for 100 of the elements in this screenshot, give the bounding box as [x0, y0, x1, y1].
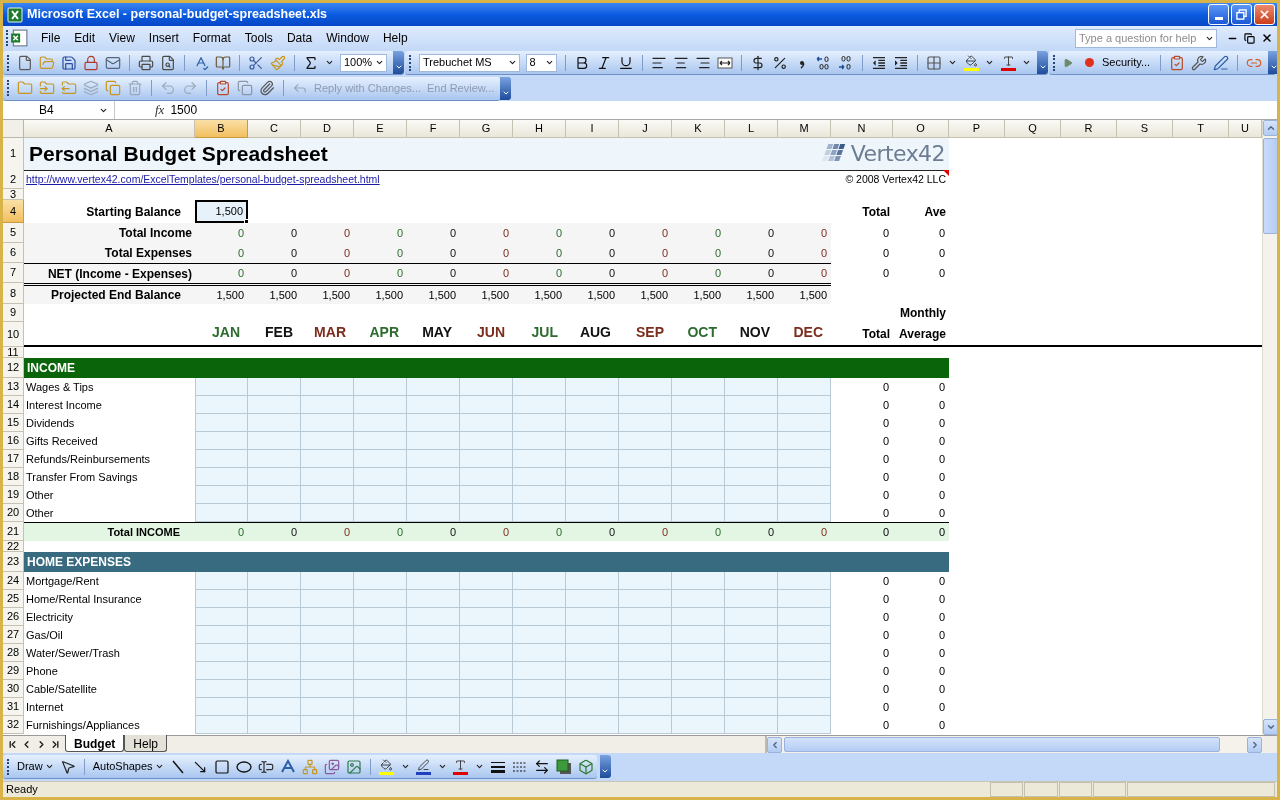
print-preview-icon[interactable]: [160, 54, 176, 71]
row-header[interactable]: 21: [3, 522, 24, 541]
column-header[interactable]: H: [513, 120, 566, 138]
input-cell[interactable]: [195, 626, 248, 644]
row-header[interactable]: 4: [3, 200, 24, 223]
sheet-tab[interactable]: Budget: [65, 735, 125, 752]
input-cell[interactable]: [778, 626, 831, 644]
scrollbar-thumb[interactable]: [784, 737, 1220, 752]
close-button[interactable]: [1254, 4, 1275, 25]
play-icon[interactable]: [1063, 57, 1073, 68]
input-cell[interactable]: [248, 378, 301, 396]
input-cell[interactable]: [460, 396, 513, 414]
row-header[interactable]: 28: [3, 644, 24, 662]
font-color-icon[interactable]: [452, 758, 469, 775]
row-header[interactable]: 9: [3, 304, 24, 322]
input-cell[interactable]: [407, 432, 460, 450]
active-cell[interactable]: 1,500: [195, 200, 248, 223]
input-cell[interactable]: [566, 608, 619, 626]
input-cell[interactable]: [619, 626, 672, 644]
caret-icon[interactable]: [985, 58, 994, 67]
row-header[interactable]: 12: [3, 358, 24, 378]
input-cell[interactable]: [301, 378, 354, 396]
input-cell[interactable]: [248, 396, 301, 414]
row-header[interactable]: 16: [3, 432, 24, 450]
input-cell[interactable]: [248, 716, 301, 734]
menu-item[interactable]: Help: [375, 29, 415, 47]
decrease-indent-icon[interactable]: [871, 54, 887, 71]
row-header[interactable]: 18: [3, 468, 24, 486]
input-cell[interactable]: [619, 662, 672, 680]
sum-icon[interactable]: [303, 54, 319, 71]
column-header[interactable]: A: [24, 120, 195, 138]
book-icon[interactable]: [215, 54, 231, 71]
row-header[interactable]: 32: [3, 716, 24, 734]
input-cell[interactable]: [672, 378, 725, 396]
input-cell[interactable]: [248, 680, 301, 698]
input-cell[interactable]: [513, 468, 566, 486]
input-cell[interactable]: [513, 680, 566, 698]
input-cell[interactable]: [725, 572, 778, 590]
input-cell[interactable]: [619, 608, 672, 626]
input-cell[interactable]: [672, 504, 725, 522]
input-cell[interactable]: [725, 396, 778, 414]
toolbar-options-button[interactable]: [500, 76, 512, 100]
folder-icon[interactable]: [17, 80, 33, 96]
input-cell[interactable]: [778, 432, 831, 450]
input-cell[interactable]: [619, 378, 672, 396]
input-cell[interactable]: [407, 468, 460, 486]
scrollbar-thumb[interactable]: [1263, 138, 1277, 234]
clipboard-icon[interactable]: [215, 80, 231, 96]
input-cell[interactable]: [778, 716, 831, 734]
input-cell[interactable]: [460, 698, 513, 716]
input-cell[interactable]: [195, 486, 248, 504]
input-cell[interactable]: [460, 486, 513, 504]
input-cell[interactable]: [354, 572, 407, 590]
input-cell[interactable]: [513, 590, 566, 608]
input-cell[interactable]: [619, 432, 672, 450]
row-header[interactable]: 2: [3, 170, 24, 189]
caret-icon[interactable]: [474, 762, 484, 771]
caret-icon[interactable]: [545, 58, 554, 67]
input-cell[interactable]: [672, 716, 725, 734]
input-cell[interactable]: [301, 414, 354, 432]
input-cell[interactable]: [248, 432, 301, 450]
menu-item[interactable]: Edit: [67, 29, 103, 47]
input-cell[interactable]: [301, 608, 354, 626]
undo-icon[interactable]: [160, 80, 176, 96]
caret-icon[interactable]: [948, 58, 957, 67]
input-cell[interactable]: [725, 590, 778, 608]
input-cell[interactable]: [778, 644, 831, 662]
input-cell[interactable]: [301, 698, 354, 716]
column-header[interactable]: C: [248, 120, 301, 138]
row-header[interactable]: 30: [3, 680, 24, 698]
trash-icon[interactable]: [127, 80, 143, 96]
input-cell[interactable]: [513, 396, 566, 414]
folder-icon[interactable]: [61, 80, 77, 96]
input-cell[interactable]: [778, 468, 831, 486]
fill-handle[interactable]: [244, 219, 249, 224]
bold-icon[interactable]: [574, 54, 590, 71]
input-cell[interactable]: [354, 626, 407, 644]
input-cell[interactable]: [460, 608, 513, 626]
increase-indent-icon[interactable]: [893, 54, 909, 71]
column-header[interactable]: D: [301, 120, 354, 138]
input-cell[interactable]: [513, 504, 566, 522]
input-cell[interactable]: [566, 644, 619, 662]
decrease-decimal-icon[interactable]: [838, 54, 854, 71]
caret-icon[interactable]: [507, 58, 517, 67]
input-cell[interactable]: [407, 644, 460, 662]
input-cell[interactable]: [725, 644, 778, 662]
input-cell[interactable]: [566, 414, 619, 432]
input-cell[interactable]: [619, 414, 672, 432]
input-cell[interactable]: [301, 486, 354, 504]
input-cell[interactable]: [407, 414, 460, 432]
input-cell[interactable]: [566, 432, 619, 450]
toolbar-options-button[interactable]: [393, 51, 404, 74]
column-header[interactable]: K: [672, 120, 725, 138]
input-cell[interactable]: [248, 644, 301, 662]
scroll-up-button[interactable]: [1263, 120, 1277, 136]
input-cell[interactable]: [725, 680, 778, 698]
input-cell[interactable]: [778, 378, 831, 396]
input-cell[interactable]: [778, 572, 831, 590]
fill-color-icon[interactable]: [963, 54, 979, 71]
input-cell[interactable]: [407, 486, 460, 504]
